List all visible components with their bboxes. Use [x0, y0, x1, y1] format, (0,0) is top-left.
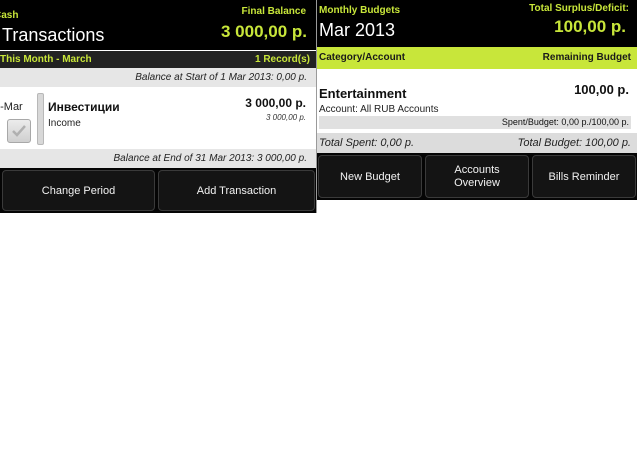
budget-totals-bar: Total Spent: 0,00 р. Total Budget: 100,0…: [317, 133, 637, 153]
budget-remaining: 100,00 р.: [574, 82, 629, 97]
balance-end-line: Balance at End of 31 Mar 2013: 3 000,00 …: [0, 149, 316, 168]
total-spent: Total Spent: 0,00 р.: [319, 137, 414, 149]
change-period-button[interactable]: Change Period: [2, 170, 155, 211]
monthly-budgets-label: Monthly Budgets: [319, 5, 401, 16]
transaction-name: Инвестиции: [48, 100, 120, 114]
transactions-screen: Cash Final Balance Transactions 3 000,00…: [0, 0, 316, 213]
budget-account: Account: All RUB Accounts: [319, 104, 439, 115]
page-title: Transactions: [2, 25, 105, 45]
surplus-label: Total Surplus/Deficit:: [529, 3, 629, 14]
transaction-sub-amount: 3 000,00 р.: [265, 113, 306, 122]
final-balance-amount: 3 000,00 р.: [220, 22, 307, 41]
add-transaction-button[interactable]: Add Transaction: [158, 170, 315, 211]
transaction-row[interactable]: 1-Mar Инвестиции Income 3 000,00 р. 3 00…: [0, 88, 316, 148]
budget-spent-text: Spent/Budget: 0,00 р./100,00 р.: [501, 117, 629, 127]
transaction-checkbox[interactable]: [7, 119, 31, 143]
budgets-screen: Monthly Budgets Total Surplus/Deficit: M…: [317, 0, 637, 213]
budget-name: Entertainment: [319, 86, 407, 101]
accounts-overview-button[interactable]: Accounts Overview: [425, 155, 529, 198]
period-bar[interactable]: This Month - March 1 Record(s): [0, 51, 316, 68]
transactions-header: Cash Final Balance Transactions 3 000,00…: [0, 0, 316, 50]
budget-progress-bar: Spent/Budget: 0,00 р./100,00 р.: [319, 116, 631, 129]
category-column-label: Category/Account: [319, 52, 406, 63]
budget-row[interactable]: Entertainment 100,00 р. Account: All RUB…: [317, 70, 637, 130]
check-icon: [12, 125, 26, 137]
period-label: This Month - March: [0, 54, 92, 65]
total-budget: Total Budget: 100,00 р.: [517, 137, 631, 149]
budgets-header: Monthly Budgets Total Surplus/Deficit: M…: [317, 0, 637, 47]
account-label: Cash: [0, 10, 19, 21]
budget-column-header: Category/Account Remaining Budget: [317, 47, 637, 69]
remaining-column-label: Remaining Budget: [542, 52, 631, 63]
surplus-amount: 100,00 р.: [554, 17, 626, 36]
record-count: 1 Record(s): [254, 54, 310, 65]
transaction-amount: 3 000,00 р.: [245, 96, 306, 110]
transaction-category: Income: [48, 118, 81, 129]
budget-month-title: Mar 2013: [319, 20, 396, 40]
final-balance-label: Final Balance: [241, 6, 306, 17]
transaction-color-strip: [37, 93, 44, 145]
bills-reminder-button[interactable]: Bills Reminder: [532, 155, 636, 198]
new-budget-button[interactable]: New Budget: [318, 155, 422, 198]
transaction-date: 1-Mar: [0, 101, 23, 113]
balance-start-line: Balance at Start of 1 Mar 2013: 0,00 р.: [0, 68, 316, 87]
